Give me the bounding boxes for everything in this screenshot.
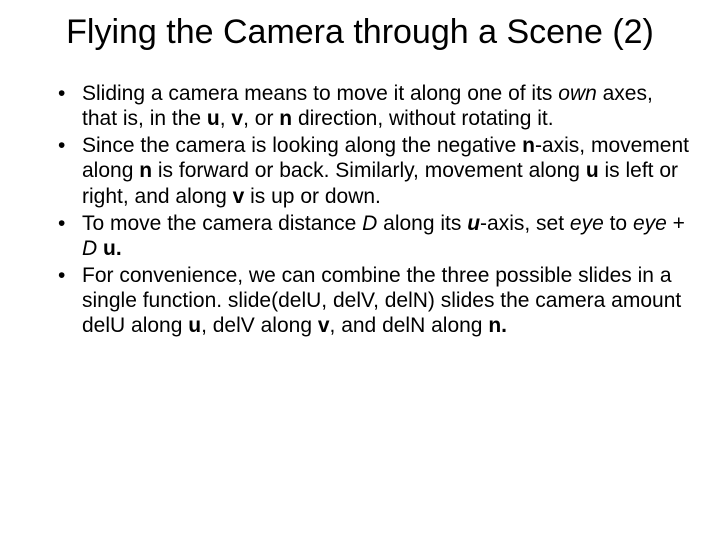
text: , and delN along: [330, 314, 489, 337]
bullet-1: Sliding a camera means to move it along …: [58, 81, 690, 131]
bold-n: n: [139, 159, 152, 182]
text: Since the camera is looking along the ne…: [82, 134, 522, 157]
italic-d: D: [362, 212, 377, 235]
bold-v: v: [318, 314, 330, 337]
bold-u: u: [207, 107, 220, 130]
italic-eye: eye: [570, 212, 604, 235]
bold-n: n: [522, 134, 535, 157]
text: , delV along: [201, 314, 318, 337]
bullet-list: Sliding a camera means to move it along …: [30, 81, 690, 339]
bold-u: u.: [103, 237, 122, 260]
bold-u: u: [188, 314, 201, 337]
slide: Flying the Camera through a Scene (2) Sl…: [0, 0, 720, 540]
bold-n: n: [279, 107, 292, 130]
bold-u: u: [586, 159, 599, 182]
text: Sliding a camera means to move it along …: [82, 82, 558, 105]
italic-own: own: [558, 82, 597, 105]
text: to: [604, 212, 633, 235]
text: is up or down.: [244, 185, 381, 208]
text: ,: [220, 107, 232, 130]
text: -axis, set: [480, 212, 570, 235]
text: direction, without rotating it.: [292, 107, 553, 130]
bold-v: v: [233, 185, 245, 208]
bullet-2: Since the camera is looking along the ne…: [58, 133, 690, 209]
italic-d: D: [82, 237, 97, 260]
slide-title: Flying the Camera through a Scene (2): [30, 12, 690, 53]
text: +: [667, 212, 685, 235]
bold-italic-u: u: [467, 212, 480, 235]
bold-v: v: [231, 107, 243, 130]
text: , or: [243, 107, 279, 130]
bullet-4: For convenience, we can combine the thre…: [58, 263, 690, 339]
italic-eye: eye: [633, 212, 667, 235]
bullet-3: To move the camera distance D along its …: [58, 211, 690, 261]
bold-n: n.: [488, 314, 507, 337]
text: To move the camera distance: [82, 212, 362, 235]
text: is forward or back. Similarly, movement …: [152, 159, 586, 182]
text: along its: [377, 212, 467, 235]
